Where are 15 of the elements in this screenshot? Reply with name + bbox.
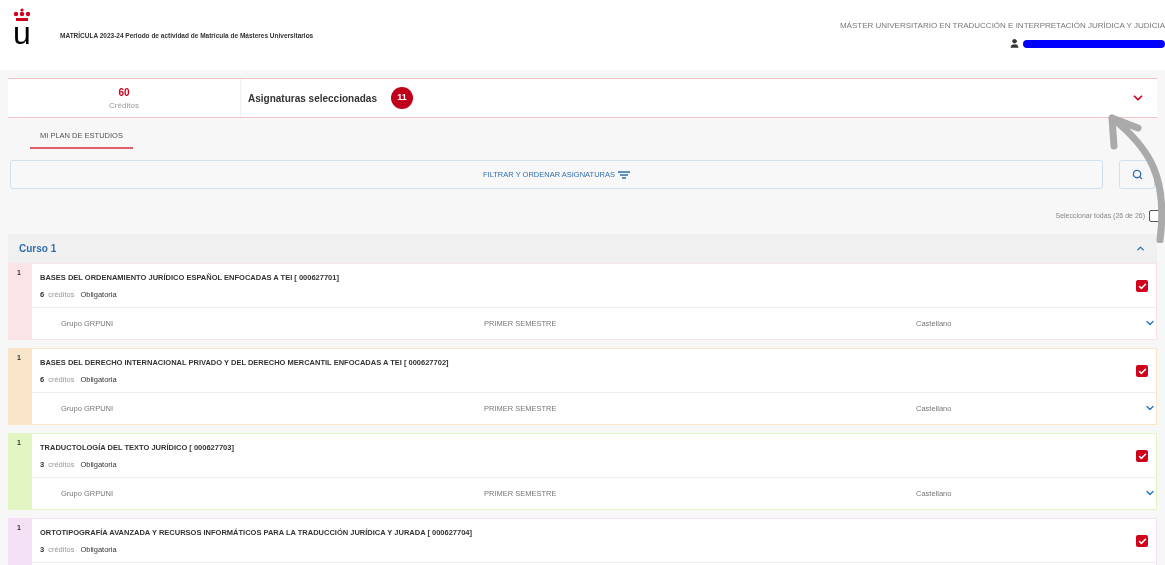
logo: u bbox=[10, 8, 34, 44]
course-header[interactable]: Curso 1 bbox=[8, 234, 1157, 264]
checkbox[interactable] bbox=[1136, 280, 1148, 293]
search-button[interactable] bbox=[1119, 160, 1155, 190]
credits-total: 60 bbox=[118, 85, 130, 100]
credits-caption: Créditos bbox=[109, 99, 139, 112]
checkbox[interactable] bbox=[1136, 535, 1148, 548]
checkbox[interactable] bbox=[1136, 450, 1148, 463]
user-icon bbox=[1009, 38, 1020, 49]
program-name: MÁSTER UNIVERSITARIO EN TRADUCCIÓN E INTERPRETACIÓN JURÍDICA Y JUDICIA bbox=[839, 20, 1165, 32]
selected-subjects-label: Asignaturas seleccionadas bbox=[248, 91, 377, 106]
checkbox[interactable] bbox=[1136, 365, 1148, 378]
search-icon bbox=[1131, 169, 1143, 181]
filter-icon bbox=[618, 170, 630, 179]
count-badge: 11 bbox=[390, 87, 413, 109]
